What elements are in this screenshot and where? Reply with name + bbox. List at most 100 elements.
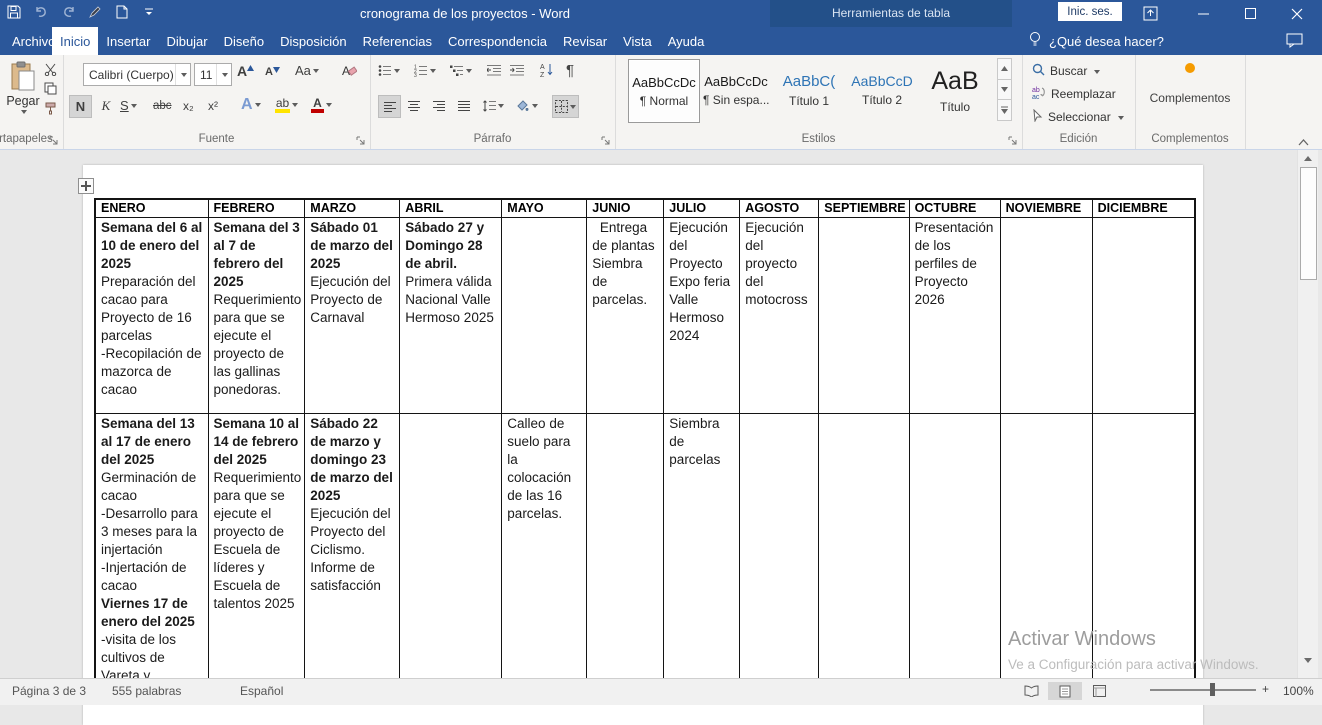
font-size-dropdown-icon[interactable] [216, 64, 231, 85]
month-header-octubre[interactable]: OCTUBRE [909, 199, 1000, 218]
table-cell-mayo-r2[interactable]: Calleo de suelo para la colocación de la… [502, 414, 587, 687]
numbering-button[interactable]: 123 [414, 64, 436, 77]
customize-quick-access-icon[interactable] [141, 4, 157, 20]
zoom-in-icon[interactable]: + [1262, 682, 1269, 696]
format-painter-icon[interactable] [44, 102, 57, 115]
table-cell-enero-r1[interactable]: Semana del 6 al 10 de enero del 2025Prep… [95, 218, 208, 414]
table-cell-diciembre-r2[interactable] [1092, 414, 1195, 687]
zoom-level[interactable]: 100% [1283, 684, 1314, 698]
font-size-combobox[interactable]: 11 [194, 63, 232, 86]
close-icon[interactable] [1280, 0, 1314, 27]
table-move-handle-icon[interactable] [78, 178, 94, 194]
maximize-icon[interactable] [1233, 0, 1267, 27]
table-cell-julio-r2[interactable]: Siembra de parcelas [664, 414, 740, 687]
style-titulo[interactable]: AaBTítulo [920, 59, 990, 121]
paste-button[interactable]: Pegar [3, 61, 43, 133]
styles-scroll-up-icon[interactable] [997, 58, 1012, 80]
new-document-icon[interactable] [114, 4, 130, 20]
month-header-enero[interactable]: ENERO [95, 199, 208, 218]
table-cell-agosto-r2[interactable] [740, 414, 819, 687]
styles-scroll-down-icon[interactable] [997, 79, 1012, 101]
bullets-dropdown-icon[interactable] [394, 69, 400, 76]
change-case-button[interactable]: Aa [295, 63, 319, 78]
multilevel-list-button[interactable] [450, 64, 472, 77]
increase-indent-icon[interactable] [510, 64, 524, 77]
tell-me-box[interactable]: ¿Qué desea hacer? [1028, 27, 1164, 55]
text-effects-button[interactable]: A [241, 93, 261, 116]
collapse-ribbon-icon[interactable] [1298, 133, 1310, 143]
align-left-button[interactable] [378, 95, 401, 118]
shrink-font-button[interactable]: A [265, 66, 280, 78]
align-center-button[interactable] [403, 95, 424, 116]
print-layout-icon[interactable] [1048, 682, 1082, 700]
select-button[interactable]: Seleccionar [1032, 109, 1124, 125]
tab-disposicion[interactable]: Disposición [272, 27, 354, 55]
tab-correspondencia[interactable]: Correspondencia [440, 27, 555, 55]
text-effects-dropdown-icon[interactable] [255, 103, 261, 110]
font-family-combobox[interactable]: Calibri (Cuerpo) [83, 63, 191, 86]
paragraph-dialog-launcher-icon[interactable] [601, 133, 612, 144]
scroll-down-icon[interactable] [1298, 652, 1318, 669]
style-titulo-1[interactable]: AaBbC(Título 1 [774, 59, 844, 121]
style-titulo-2[interactable]: AaBbCcDTítulo 2 [847, 59, 917, 121]
tab-ayuda[interactable]: Ayuda [660, 27, 713, 55]
multilevel-dropdown-icon[interactable] [466, 69, 472, 76]
web-layout-icon[interactable] [1082, 682, 1116, 700]
table-cell-febrero-r1[interactable]: Semana del 3 al 7 de febrero del 2025Req… [208, 218, 305, 414]
paste-dropdown-icon[interactable] [21, 110, 27, 117]
tab-diseno[interactable]: Diseño [216, 27, 272, 55]
word-count[interactable]: 555 palabras [112, 684, 181, 698]
month-header-junio[interactable]: JUNIO [587, 199, 664, 218]
table-cell-mayo-r1[interactable] [502, 218, 587, 414]
justify-button[interactable] [453, 95, 474, 116]
sort-icon[interactable]: AZ [540, 62, 555, 77]
style-sin-espa[interactable]: AaBbCcDc¶ Sin espa... [701, 59, 771, 121]
tab-dibujar[interactable]: Dibujar [158, 27, 215, 55]
addin-dot-icon[interactable] [1135, 63, 1245, 73]
shading-dropdown-icon[interactable] [532, 104, 538, 111]
tab-inicio[interactable]: Inicio [52, 27, 98, 55]
table-cell-septiembre-r1[interactable] [819, 218, 909, 414]
underline-dropdown-icon[interactable] [131, 104, 137, 111]
borders-dropdown-icon[interactable] [570, 105, 576, 112]
month-header-julio[interactable]: JULIO [664, 199, 740, 218]
table-cell-marzo-r2[interactable]: Sábado 22 de marzo y domingo 23 de marzo… [305, 414, 400, 687]
read-mode-icon[interactable] [1014, 682, 1048, 700]
table-cell-febrero-r2[interactable]: Semana 10 al 14 de febrero del 2025Reque… [208, 414, 305, 687]
line-spacing-button[interactable] [482, 95, 504, 116]
ribbon-display-options-icon[interactable] [1133, 0, 1167, 27]
replace-button[interactable]: abac Reemplazar [1032, 86, 1116, 102]
redo-icon[interactable] [60, 4, 76, 20]
line-spacing-dropdown-icon[interactable] [498, 104, 504, 111]
copy-icon[interactable] [44, 82, 57, 95]
table-cell-octubre-r1[interactable]: Presentación de los perfiles de Proyecto… [909, 218, 1000, 414]
table-cell-agosto-r1[interactable]: Ejecución del proyecto del motocross [740, 218, 819, 414]
bold-button[interactable]: N [69, 95, 92, 118]
font-color-button[interactable]: A [311, 93, 332, 116]
month-header-septiembre[interactable]: SEPTIEMBRE [819, 199, 909, 218]
language-indicator[interactable]: Español [240, 684, 283, 698]
table-cell-junio-r2[interactable] [587, 414, 664, 687]
minimize-icon[interactable] [1186, 0, 1220, 27]
sign-in-button[interactable]: Inic. ses. [1058, 2, 1122, 21]
table-cell-septiembre-r2[interactable] [819, 414, 909, 687]
scroll-up-icon[interactable] [1298, 150, 1318, 167]
grow-font-button[interactable]: A [237, 63, 254, 79]
month-header-marzo[interactable]: MARZO [305, 199, 400, 218]
month-header-mayo[interactable]: MAYO [502, 199, 587, 218]
tab-revisar[interactable]: Revisar [555, 27, 615, 55]
strikethrough-button[interactable]: abc [153, 95, 172, 116]
month-header-abril[interactable]: ABRIL [400, 199, 502, 218]
bullets-button[interactable] [378, 64, 400, 77]
table-cell-abril-r1[interactable]: Sábado 27 y Domingo 28 de abril.Primera … [400, 218, 502, 414]
feedback-icon[interactable] [1286, 33, 1303, 53]
table-cell-julio-r1[interactable]: Ejecución del Proyecto Expo feria Valle … [664, 218, 740, 414]
shading-button[interactable] [516, 95, 538, 116]
page-indicator[interactable]: Página 3 de 3 [12, 684, 86, 698]
underline-button[interactable]: S [120, 95, 137, 116]
table-cell-octubre-r2[interactable] [909, 414, 1000, 687]
subscript-button[interactable]: x₂ [183, 95, 194, 116]
highlight-button[interactable]: ab [275, 93, 298, 116]
font-dialog-launcher-icon[interactable] [356, 133, 367, 144]
month-header-noviembre[interactable]: NOVIEMBRE [1000, 199, 1092, 218]
